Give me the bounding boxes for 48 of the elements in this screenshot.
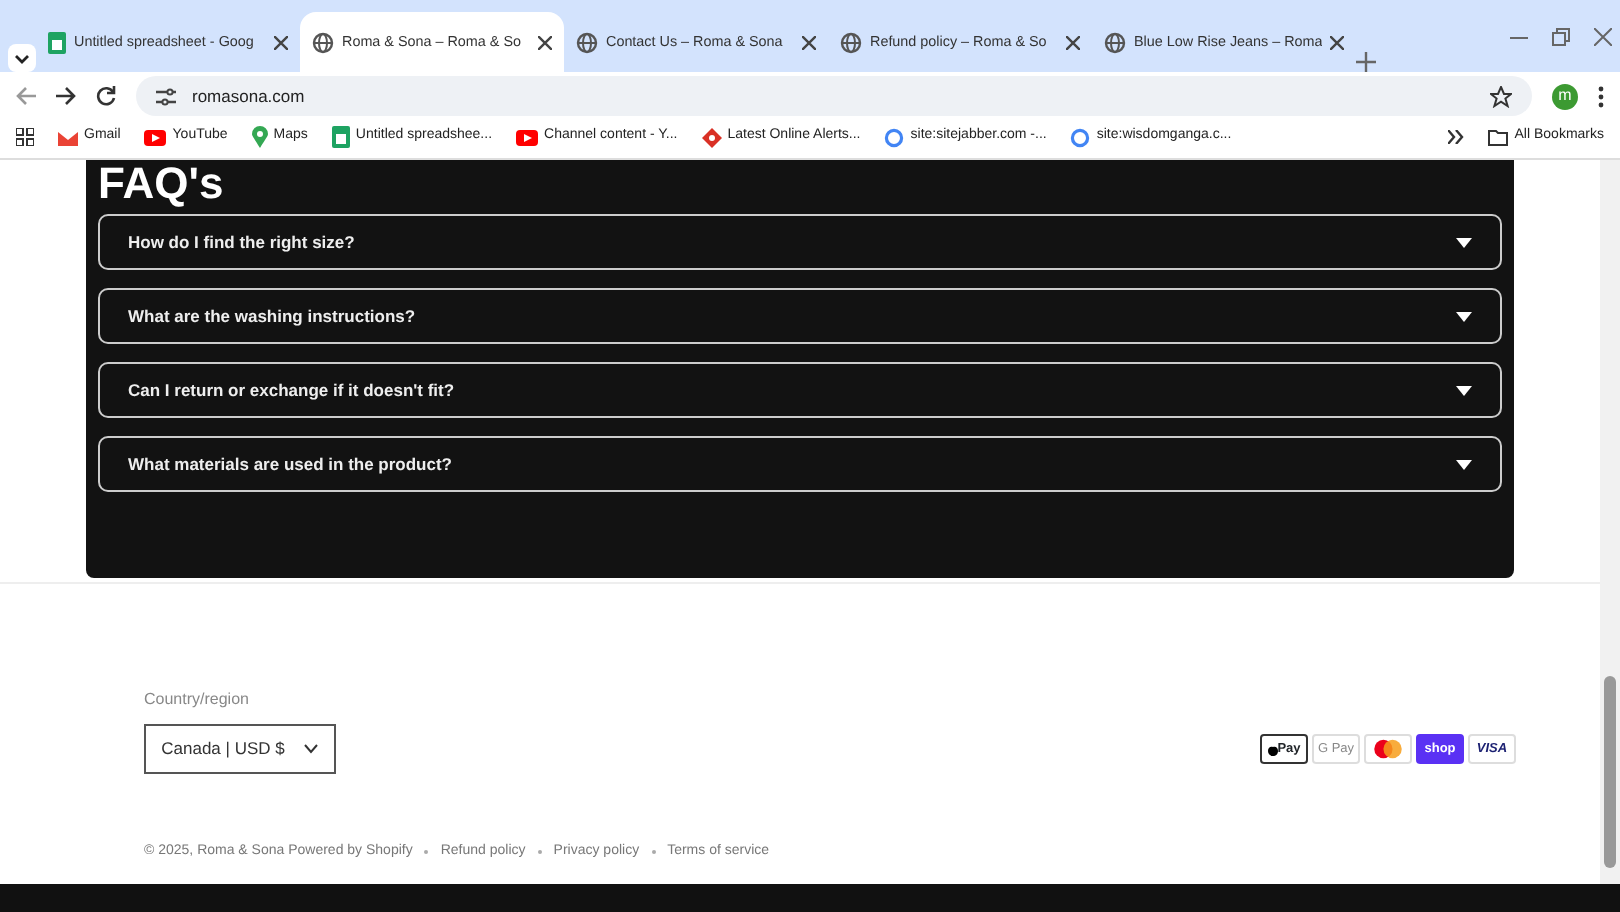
mail-icon [58,129,78,145]
play-icon [516,129,539,145]
globe-icon [1104,31,1126,53]
faq-question[interactable]: Can I return or exchange if it doesn't fit? [98,362,1502,419]
faq-question[interactable]: What are the washing instructions? [98,288,1502,345]
faq-question[interactable]: How do I find the right size? [98,214,1502,271]
g-icon [1070,127,1091,147]
url-text: romasona.com [192,83,307,109]
country-select[interactable]: Canada | USD $ [144,724,336,774]
faq-question[interactable]: What materials are used in the product? [98,436,1502,493]
globe-icon [840,31,862,53]
close-icon [802,35,816,49]
folder-icon [1488,129,1509,145]
caret-icon [1456,385,1472,396]
scrollbar-thumb[interactable] [1604,676,1616,868]
globe-icon [312,31,334,53]
chevron-icon [304,744,319,754]
forward-arrow-icon [56,86,76,106]
caret-icon [1456,237,1472,248]
g-icon [884,127,905,147]
restore-icon [1552,27,1570,45]
play-icon [144,129,167,145]
close-icon [1594,27,1612,45]
spreadsheet-icon [48,31,66,53]
more-icon [1598,85,1604,107]
close-icon [274,35,288,49]
reload-icon [96,86,116,106]
spreadsheet-icon [331,126,350,148]
close-icon [1066,35,1080,49]
apps-grid-icon [16,128,34,146]
dropdown-icon [8,44,36,72]
new-tab-icon [1356,52,1376,72]
faq-heading: FAQ's [98,160,226,207]
caret-icon [1456,311,1472,322]
mastercard-logo [1364,734,1412,764]
country-label: Country/region [144,688,251,712]
chevrons-icon [1448,130,1465,144]
map-pin-icon [251,126,268,148]
close-icon [538,35,552,49]
close-icon [1330,35,1344,49]
star-icon [1490,85,1512,107]
profile-avatar[interactable]: m [1552,83,1578,109]
address-bar[interactable]: romasona.com [136,76,1532,116]
alert-icon [701,127,722,147]
caret-icon [1456,459,1472,470]
site-settings-icon [156,87,176,105]
globe-icon [576,31,598,53]
back-arrow-icon [16,86,36,106]
